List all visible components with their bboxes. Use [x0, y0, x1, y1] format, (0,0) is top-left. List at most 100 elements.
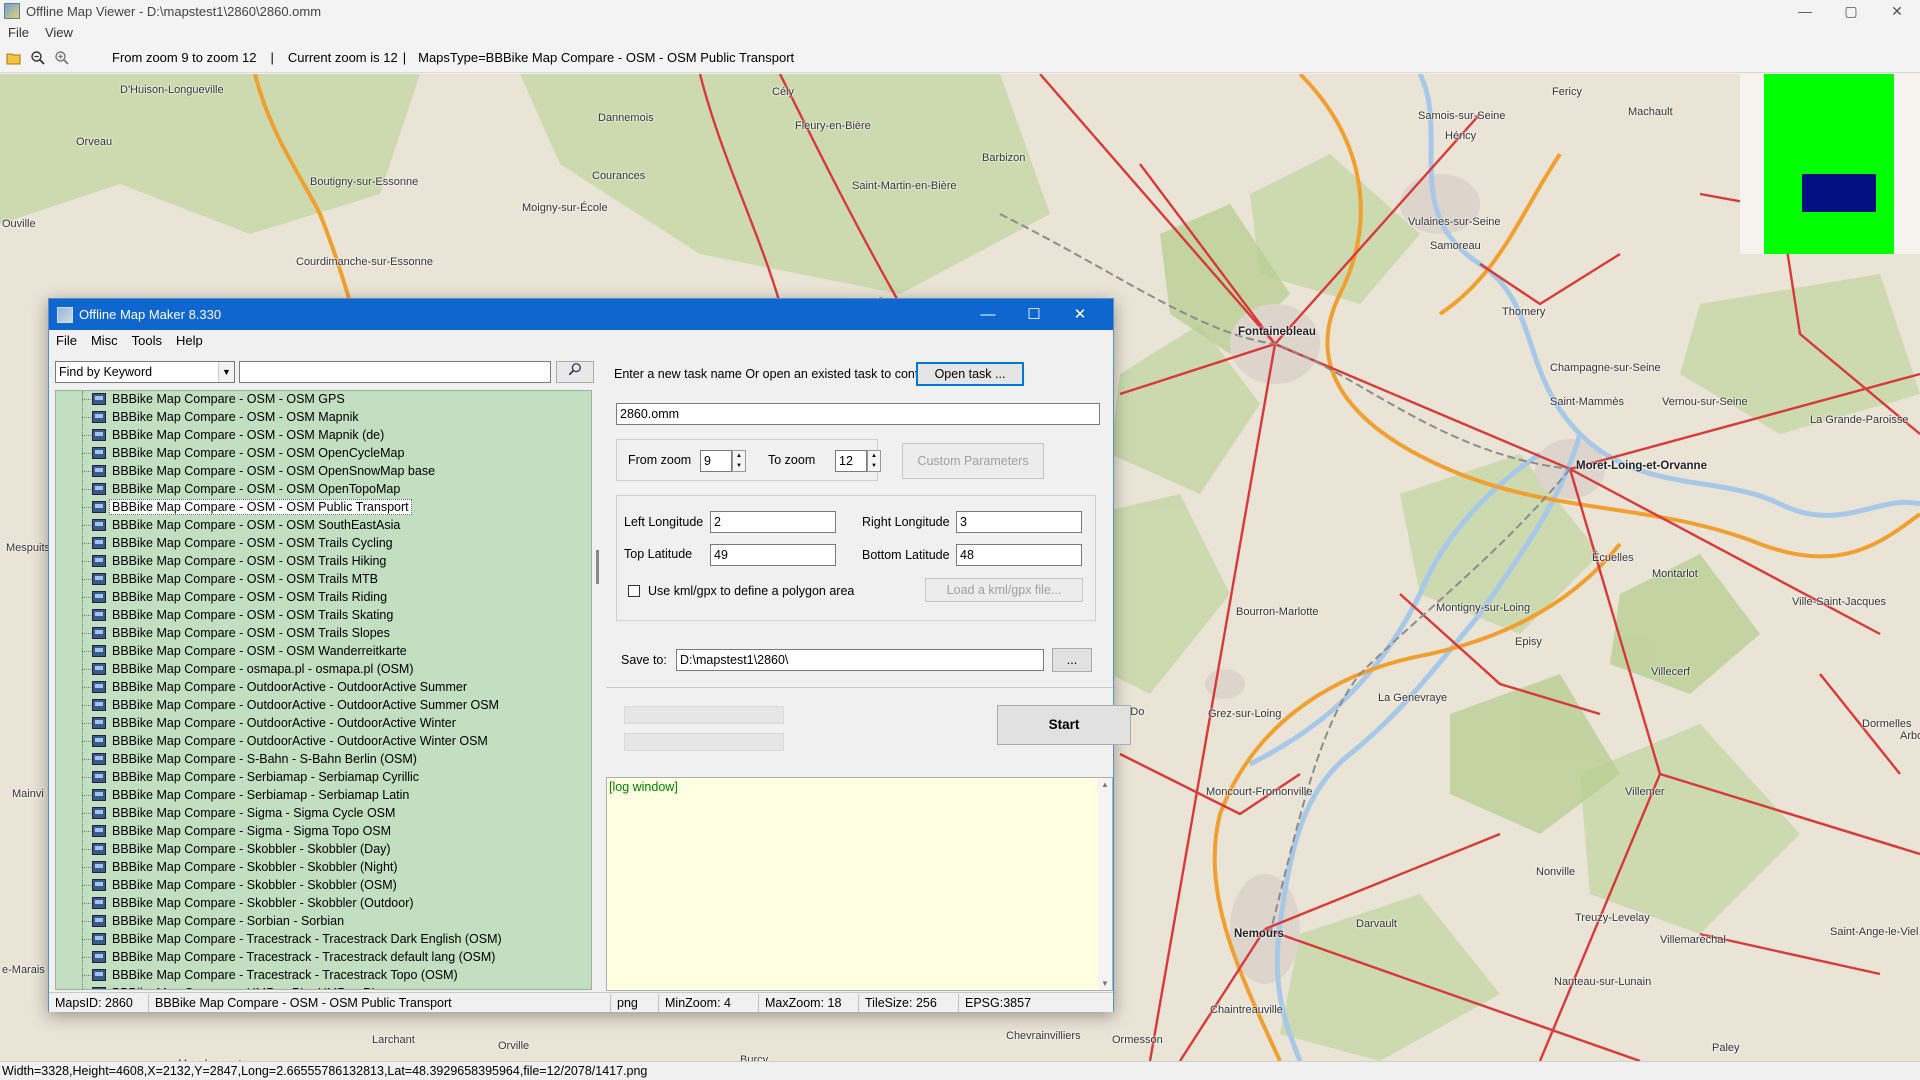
tree-item[interactable]: BBBike Map Compare - OSM - OSM Trails Sk… [82, 606, 393, 624]
browse-button[interactable]: ... [1052, 648, 1092, 672]
maker-menu-help[interactable]: Help [169, 333, 210, 348]
tree-item[interactable]: BBBike Map Compare - Sigma - Sigma Topo … [82, 822, 391, 840]
open-task-button[interactable]: Open task ... [916, 362, 1024, 386]
left-longitude-field[interactable]: 2 [710, 511, 836, 533]
tree-item[interactable]: BBBike Map Compare - OSM - OSM Mapnik [82, 408, 359, 426]
tree-scroll-thumb[interactable] [596, 550, 599, 584]
maker-minimize-button[interactable]: — [965, 299, 1011, 330]
custom-parameters-button[interactable]: Custom Parameters [902, 443, 1044, 479]
spin-down-icon[interactable]: ▼ [871, 463, 877, 469]
scroll-down-icon[interactable]: ▼ [1101, 979, 1109, 988]
tree-item[interactable]: BBBike Map Compare - OSM - OSM OpenTopoM… [82, 480, 400, 498]
spin-down-icon[interactable]: ▼ [736, 463, 742, 469]
map-source-icon [92, 951, 106, 963]
spin-up-icon[interactable]: ▲ [871, 453, 877, 459]
tree-item[interactable]: BBBike Map Compare - Sigma - Sigma Cycle… [82, 804, 395, 822]
kml-polygon-checkbox[interactable] [628, 585, 640, 597]
separator [606, 687, 1113, 688]
maximize-button[interactable]: ▢ [1828, 0, 1874, 22]
maker-menu-tools[interactable]: Tools [125, 333, 169, 348]
overview-minimap[interactable] [1740, 74, 1920, 254]
viewer-toolbar: From zoom 9 to zoom 12 | Current zoom is… [0, 43, 1920, 73]
tree-item[interactable]: BBBike Map Compare - OSM - OSM OpenCycle… [82, 444, 404, 462]
map-source-icon [92, 591, 106, 603]
tree-item[interactable]: BBBike Map Compare - Skobbler - Skobbler… [82, 840, 391, 858]
search-mode-select[interactable]: Find by Keyword ▼ [55, 361, 235, 383]
search-input[interactable] [239, 361, 551, 383]
tree-item[interactable]: BBBike Map Compare - OSM - OSM Trails Sl… [82, 624, 390, 642]
task-name-field[interactable]: 2860.omm [616, 403, 1100, 425]
maker-maximize-button[interactable]: ☐ [1011, 299, 1057, 330]
tree-item[interactable]: BBBike Map Compare - OSM - OSM Trails Ri… [82, 588, 388, 606]
tree-connector [82, 705, 91, 706]
tree-item[interactable]: BBBike Map Compare - Sorbian - Sorbian [82, 912, 344, 930]
tree-item[interactable]: BBBike Map Compare - OSM - OSM Wanderrei… [82, 642, 407, 660]
spin-up-icon[interactable]: ▲ [736, 453, 742, 459]
log-scrollbar[interactable]: ▲ ▼ [1098, 778, 1112, 990]
right-longitude-field[interactable]: 3 [956, 511, 1082, 533]
to-zoom-spinner[interactable]: ▲ ▼ [867, 450, 881, 472]
folder-open-icon[interactable] [4, 48, 24, 68]
maker-close-button[interactable]: ✕ [1057, 299, 1103, 330]
tree-connector [82, 633, 91, 634]
maker-menu-misc[interactable]: Misc [84, 333, 125, 348]
tree-item[interactable]: BBBike Map Compare - OutdoorActive - Out… [82, 678, 467, 696]
chevron-down-icon[interactable]: ▼ [218, 362, 234, 382]
tree-scrollbar[interactable] [592, 390, 606, 990]
zoom-in-icon[interactable] [52, 48, 72, 68]
tree-connector [82, 399, 91, 400]
tree-item[interactable]: BBBike Map Compare - UMP-pcPL - UMP-pcPL [92, 984, 378, 989]
close-button[interactable]: ✕ [1874, 0, 1920, 22]
tree-item-label: BBBike Map Compare - OSM - OSM Public Tr… [109, 499, 412, 515]
minimize-button[interactable]: — [1782, 0, 1828, 22]
bottom-latitude-field[interactable]: 48 [956, 544, 1082, 566]
top-latitude-field[interactable]: 49 [710, 544, 836, 566]
tree-item[interactable]: BBBike Map Compare - OSM - OSM GPS [82, 391, 345, 408]
tree-connector [82, 723, 91, 724]
tree-connector [82, 669, 91, 670]
map-source-icon [92, 393, 106, 405]
tree-item[interactable]: BBBike Map Compare - S-Bahn - S-Bahn Ber… [82, 750, 417, 768]
scroll-up-icon[interactable]: ▲ [1101, 780, 1109, 789]
minimap-viewport-rect[interactable] [1802, 174, 1876, 212]
tree-item[interactable]: BBBike Map Compare - Tracestrack - Trace… [82, 930, 502, 948]
map-place-label: Courances [592, 170, 646, 182]
maker-menu-file[interactable]: File [49, 333, 84, 348]
tree-item[interactable]: BBBike Map Compare - Tracestrack - Trace… [82, 948, 495, 966]
tree-item[interactable]: BBBike Map Compare - OSM - OSM Mapnik (d… [82, 426, 384, 444]
save-to-field[interactable]: D:\mapstest1\2860\ [676, 649, 1044, 671]
tree-item[interactable]: BBBike Map Compare - OSM - OSM Trails Cy… [82, 534, 393, 552]
menu-view[interactable]: View [37, 25, 81, 40]
tree-item[interactable]: BBBike Map Compare - Serbiamap - Serbiam… [82, 786, 409, 804]
tree-item[interactable]: BBBike Map Compare - OSM - OSM OpenSnowM… [82, 462, 435, 480]
from-zoom-field[interactable]: 9 [700, 450, 732, 472]
to-zoom-field[interactable]: 12 [835, 450, 867, 472]
map-place-label: Villecerf [1651, 666, 1690, 678]
tree-item[interactable]: BBBike Map Compare - OSM - OSM Trails Hi… [82, 552, 386, 570]
start-button[interactable]: Start [997, 705, 1131, 745]
progress-bar-current [624, 733, 784, 751]
tree-item[interactable]: BBBike Map Compare - OutdoorActive - Out… [82, 696, 499, 714]
tree-item[interactable]: BBBike Map Compare - OutdoorActive - Out… [82, 732, 488, 750]
tree-item-label: BBBike Map Compare - OSM - OSM Trails Ri… [112, 590, 388, 604]
maker-titlebar: Offline Map Maker 8.330 — ☐ ✕ [49, 299, 1113, 330]
log-window[interactable]: [log window] ▲ ▼ [606, 777, 1113, 991]
tree-item[interactable]: BBBike Map Compare - OSM - OSM Trails MT… [82, 570, 378, 588]
tree-item[interactable]: BBBike Map Compare - Skobbler - Skobbler… [82, 876, 397, 894]
search-button[interactable] [556, 361, 594, 383]
load-kml-button[interactable]: Load a kml/gpx file... [925, 578, 1083, 602]
from-zoom-spinner[interactable]: ▲ ▼ [732, 450, 746, 472]
tree-item[interactable]: BBBike Map Compare - Skobbler - Skobbler… [82, 894, 414, 912]
zoom-out-icon[interactable] [28, 48, 48, 68]
tree-item[interactable]: BBBike Map Compare - OSM - OSM Public Tr… [82, 498, 412, 516]
tree-item[interactable]: BBBike Map Compare - Skobbler - Skobbler… [82, 858, 398, 876]
tree-item[interactable]: BBBike Map Compare - Serbiamap - Serbiam… [82, 768, 419, 786]
tree-item[interactable]: BBBike Map Compare - OutdoorActive - Out… [82, 714, 456, 732]
tree-item[interactable]: BBBike Map Compare - osmapa.pl - osmapa.… [82, 660, 414, 678]
tree-connector [82, 453, 91, 454]
map-place-label: Fericy [1552, 86, 1582, 98]
maps-tree[interactable]: BBBike Map Compare - OSM - OSM GPS BBBike… [55, 390, 592, 990]
menu-file[interactable]: File [0, 25, 37, 40]
tree-item[interactable]: BBBike Map Compare - OSM - OSM SouthEast… [82, 516, 400, 534]
tree-item[interactable]: BBBike Map Compare - Tracestrack - Trace… [82, 966, 458, 984]
